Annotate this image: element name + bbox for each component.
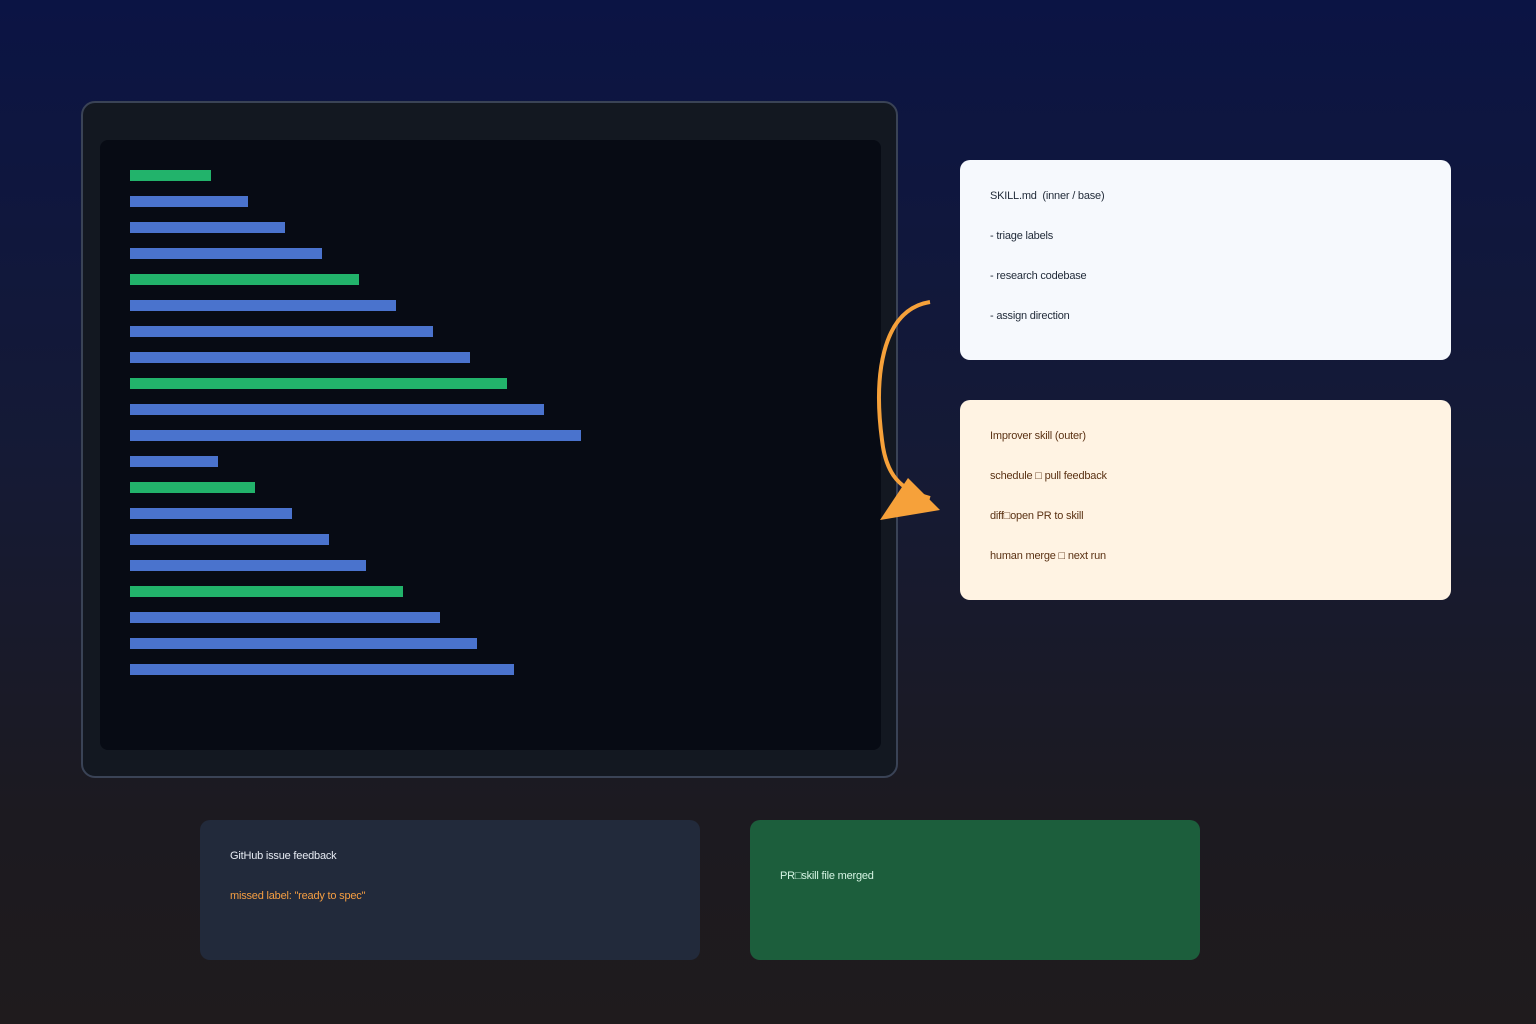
log-bar-blue	[130, 560, 366, 571]
pr-card-title: PR□skill file merged	[780, 870, 874, 882]
improver-card: Improver skill (outer) schedule □ pull f…	[960, 400, 1451, 600]
improver-card-title: Improver skill (outer)	[990, 430, 1086, 442]
log-bar-green	[130, 170, 211, 181]
log-bar-blue	[130, 300, 396, 311]
curved-arrow-icon	[877, 300, 940, 520]
skill-item-assign: - assign direction	[990, 310, 1070, 322]
issue-feedback-card: GitHub issue feedback missed label: "rea…	[200, 820, 700, 960]
improver-item-schedule: schedule □ pull feedback	[990, 470, 1107, 482]
log-bar-blue	[130, 352, 470, 363]
log-bar-blue	[130, 430, 581, 441]
log-bar-blue	[130, 534, 329, 545]
log-bar-green	[130, 378, 507, 389]
skill-card: SKILL.md (inner / base) - triage labels …	[960, 160, 1451, 360]
log-bar-green	[130, 586, 403, 597]
improver-item-diff: diff□open PR to skill	[990, 510, 1084, 522]
log-bar-blue	[130, 404, 544, 415]
issue-card-detail: missed label: "ready to spec"	[230, 890, 366, 902]
log-bar-blue	[130, 612, 440, 623]
log-bar-blue	[130, 222, 285, 233]
log-bar-green	[130, 482, 255, 493]
skill-card-title: SKILL.md (inner / base)	[990, 190, 1105, 202]
log-bar-blue	[130, 248, 322, 259]
log-bar-blue	[130, 326, 433, 337]
improver-item-merge: human merge □ next run	[990, 550, 1106, 562]
log-bar-blue	[130, 638, 477, 649]
skill-item-research: - research codebase	[990, 270, 1087, 282]
log-bar-blue	[130, 196, 248, 207]
log-bar-blue	[130, 508, 292, 519]
skill-item-triage: - triage labels	[990, 230, 1054, 242]
log-bar-green	[130, 274, 359, 285]
log-bar-blue	[130, 456, 218, 467]
pr-merged-card: PR□skill file merged	[750, 820, 1200, 960]
issue-card-title: GitHub issue feedback	[230, 850, 337, 862]
log-bar-blue	[130, 664, 514, 675]
